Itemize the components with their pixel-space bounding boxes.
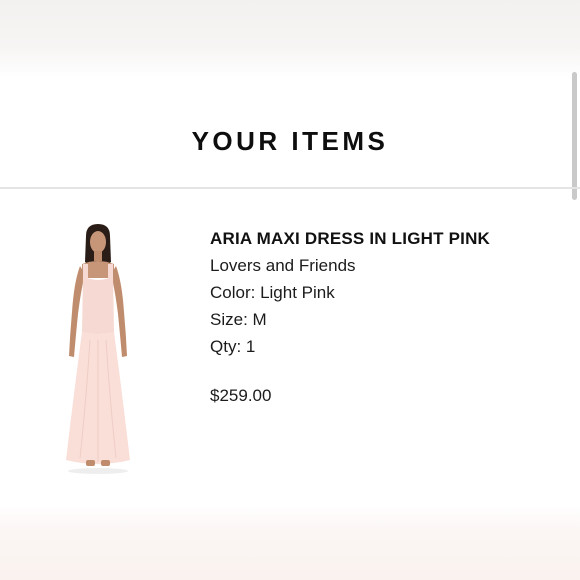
product-image[interactable]	[56, 222, 142, 478]
product-color: Color: Light Pink	[210, 283, 335, 302]
product-name[interactable]: ARIA MAXI DRESS IN LIGHT PINK	[210, 228, 570, 250]
product-price: $259.00	[210, 386, 272, 405]
product-size: Size: M	[210, 310, 267, 329]
order-items-page: YOUR ITEMS ARIA MAXI DRESS IN LIGHT PINK…	[0, 0, 580, 580]
product-brand: Lovers and Friends	[210, 256, 356, 275]
bottom-area	[0, 505, 580, 580]
dress-model-photo-icon	[66, 224, 130, 474]
section-title: YOUR ITEMS	[191, 126, 389, 156]
divider	[0, 187, 580, 189]
product-info: ARIA MAXI DRESS IN LIGHT PINK Lovers and…	[210, 228, 570, 407]
product-quantity: Qty: 1	[210, 337, 256, 356]
top-header-area	[0, 0, 580, 78]
